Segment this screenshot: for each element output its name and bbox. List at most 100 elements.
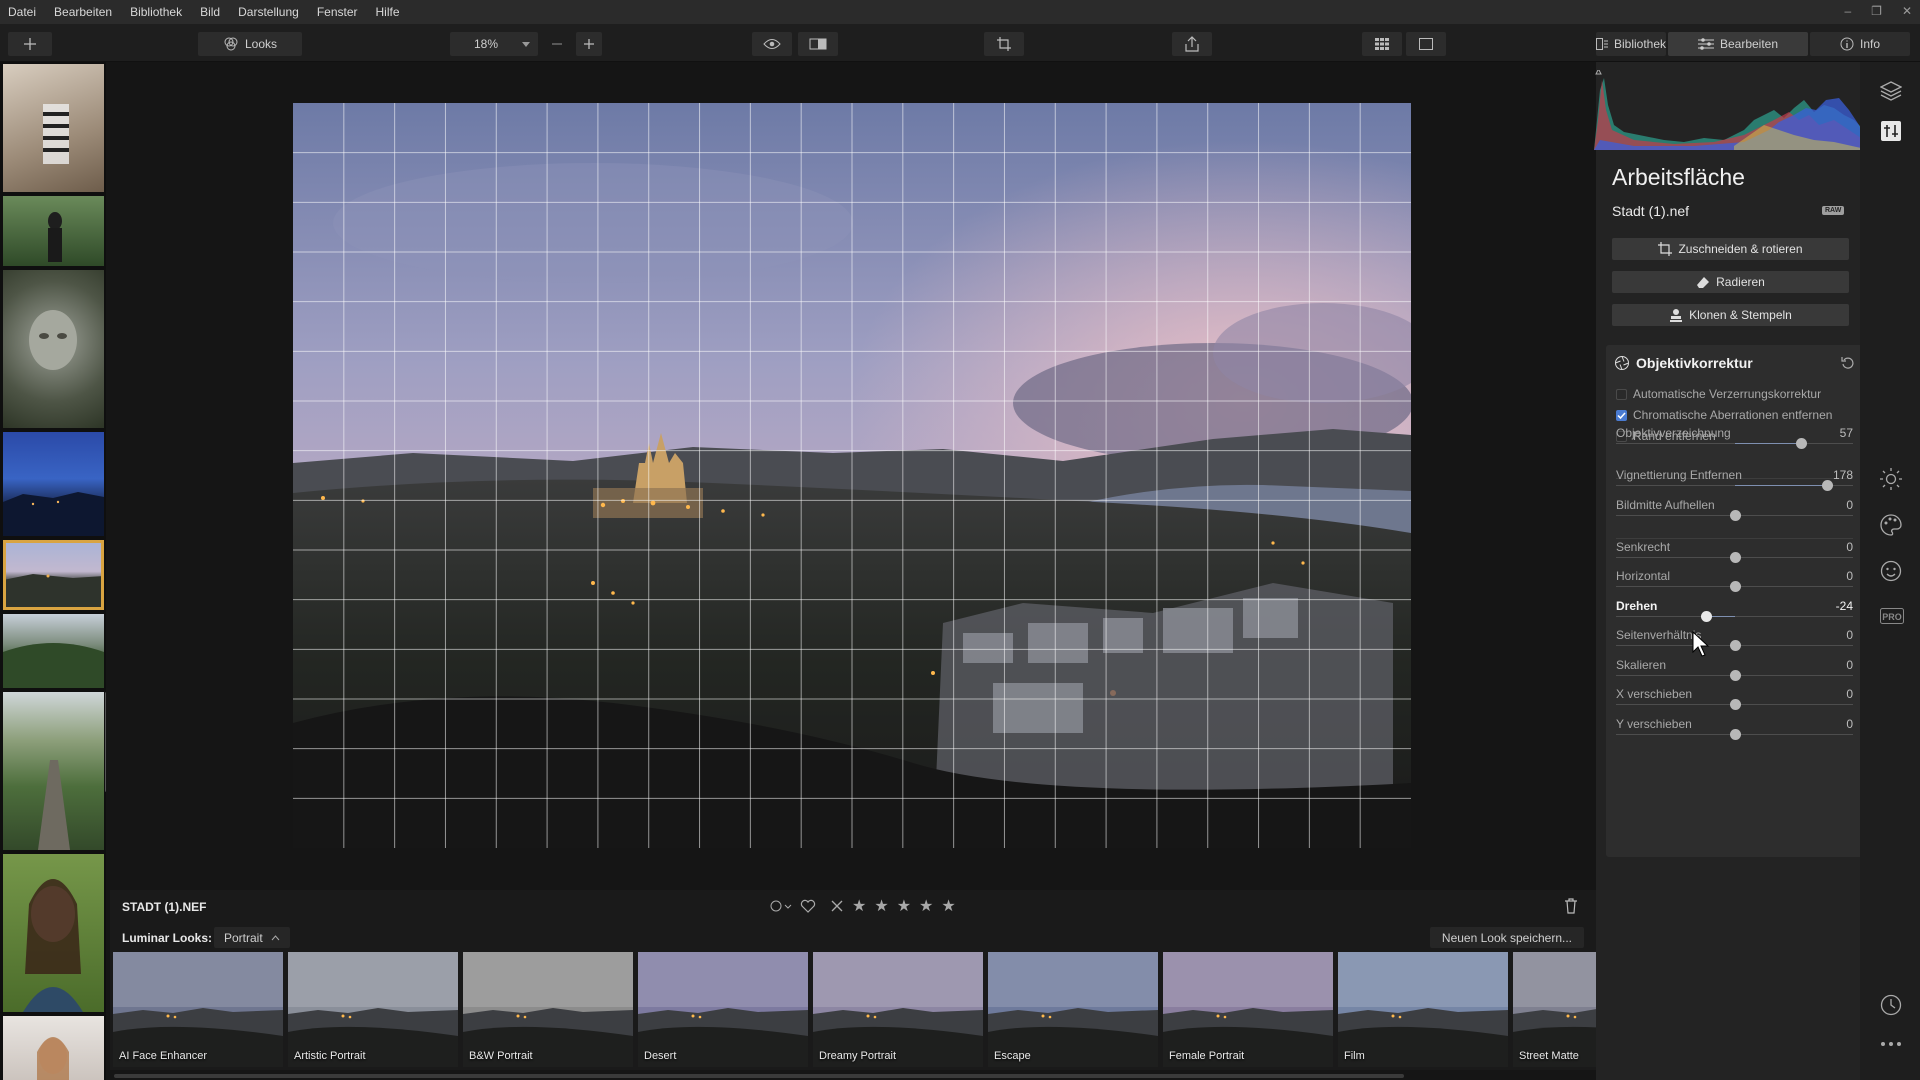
slider-vignettierung-entfernen[interactable]: Vignettierung Entfernen 178 [1616,468,1853,498]
crop-rotate-button[interactable]: Zuschneiden & rotieren [1612,238,1849,260]
slider-x-verschieben[interactable]: X verschieben 0 [1616,687,1853,717]
slider-drehen[interactable]: Drehen -24 [1616,599,1853,629]
slider-handle[interactable] [1730,699,1741,710]
slider-handle[interactable] [1796,438,1807,449]
filmstrip-thumb[interactable] [3,614,104,688]
look-card[interactable]: Film [1338,952,1508,1067]
slider-horizontal[interactable]: Horizontal 0 [1616,569,1853,599]
palette-icon[interactable] [1880,514,1902,536]
slider-seitenverhältnis[interactable]: Seitenverhältnis 0 [1616,628,1853,658]
save-new-look-button[interactable]: Neuen Look speichern... [1429,927,1584,948]
crop-button[interactable] [984,32,1024,56]
look-card[interactable]: Escape [988,952,1158,1067]
filmstrip-thumb[interactable] [3,432,104,536]
slider-handle[interactable] [1730,640,1741,651]
zoom-in-button[interactable] [576,32,602,56]
layers-icon[interactable] [1880,80,1902,102]
slider-bildmitte-aufhellen[interactable]: Bildmitte Aufhellen 0 [1616,498,1853,528]
slider-objektivverzeichnung[interactable]: Objektivverzeichnung 57 [1616,426,1853,456]
slider-label: Horizontal [1616,569,1671,583]
slider-handle[interactable] [1730,581,1741,592]
slider-handle[interactable] [1730,510,1741,521]
checkbox[interactable] [1616,388,1627,400]
more-options-icon[interactable] [1880,1040,1902,1048]
star-3-icon[interactable]: ★ [897,896,911,916]
filmstrip-thumb[interactable] [3,854,104,1012]
slider-handle[interactable] [1730,670,1741,681]
pro-icon[interactable]: PRO [1880,608,1904,624]
color-label-icon[interactable] [770,900,792,912]
looks-scrollbar[interactable] [114,1074,1404,1078]
look-card[interactable]: AI Face Enhancer [113,952,283,1067]
tab-bibliothek-label: Bibliothek [1613,37,1666,51]
filmstrip-thumb[interactable] [3,692,104,850]
look-card[interactable]: Desert [638,952,808,1067]
filmstrip-thumb[interactable] [3,270,104,428]
menu-fenster[interactable]: Fenster [308,5,367,19]
zoom-select[interactable]: 18% [450,32,538,56]
close-icon[interactable]: ✕ [1902,4,1912,18]
look-name: Female Portrait [1169,1050,1245,1062]
looks-title: Luminar Looks: [122,931,213,945]
clone-stamp-button[interactable]: Klonen & Stempeln [1612,304,1849,326]
preview-button[interactable] [752,32,792,56]
menu-bibliothek[interactable]: Bibliothek [121,5,191,19]
menu-bild[interactable]: Bild [191,5,229,19]
slider-handle[interactable] [1730,729,1741,740]
tab-bibliothek[interactable]: Bibliothek [1596,32,1666,56]
reject-icon[interactable] [830,899,844,913]
slider-senkrecht[interactable]: Senkrecht 0 [1616,540,1853,570]
menu-hilfe[interactable]: Hilfe [367,5,409,19]
slider-handle[interactable] [1730,552,1741,563]
sun-icon[interactable] [1880,468,1902,490]
look-card[interactable]: B&W Portrait [463,952,633,1067]
canvas-tools-icon[interactable] [1880,120,1902,142]
look-card[interactable]: Street Matte [1513,952,1596,1067]
filmstrip-thumb[interactable] [3,64,104,192]
slider-skalieren[interactable]: Skalieren 0 [1616,658,1853,688]
slider-handle[interactable] [1822,480,1833,491]
star-4-icon[interactable]: ★ [919,896,933,916]
star-5-icon[interactable]: ★ [941,896,955,916]
slider-handle[interactable] [1701,611,1712,622]
lens-correction-header[interactable]: Objektivkorrektur [1614,355,1753,371]
portrait-face-icon[interactable] [1880,560,1902,582]
checkbox-checked[interactable] [1616,409,1627,421]
menu-darstellung[interactable]: Darstellung [229,5,308,19]
looks-category-select[interactable]: Portrait [214,927,290,948]
lens-checkbox-row[interactable]: Chromatische Aberrationen entfernen [1616,408,1832,422]
filmstrip-thumb[interactable] [3,196,104,266]
menu-datei[interactable]: Datei [0,5,45,19]
looks-button[interactable]: Looks [198,32,302,56]
restore-icon[interactable]: ❐ [1871,4,1882,18]
tab-bearbeiten[interactable]: Bearbeiten [1668,32,1808,56]
tab-info[interactable]: Info [1810,32,1910,56]
star-1-icon[interactable]: ★ [852,896,866,916]
add-image-button[interactable] [8,32,52,56]
slider-y-verschieben[interactable]: Y verschieben 0 [1616,717,1853,747]
minimize-icon[interactable]: – [1844,4,1851,18]
reset-icon[interactable] [1841,355,1855,369]
filmstrip-scrollbar[interactable] [105,692,106,792]
grid-view-button[interactable] [1362,32,1402,56]
slider-fill [1735,485,1827,486]
zoom-out-button[interactable] [544,32,570,56]
thumbnail-image [3,492,104,536]
clone-stamp-label: Klonen & Stempeln [1689,308,1792,322]
filmstrip-thumb[interactable] [3,1016,104,1080]
look-card[interactable]: Female Portrait [1163,952,1333,1067]
star-2-icon[interactable]: ★ [874,896,888,916]
filmstrip-thumb-selected[interactable] [3,540,104,610]
share-button[interactable] [1172,32,1212,56]
lens-checkbox-row[interactable]: Automatische Verzerrungskorrektur [1616,387,1821,401]
look-card[interactable]: Dreamy Portrait [813,952,983,1067]
photo-preview[interactable] [293,103,1411,848]
compare-button[interactable] [798,32,838,56]
erase-button[interactable]: Radieren [1612,271,1849,293]
look-card[interactable]: Artistic Portrait [288,952,458,1067]
history-icon[interactable] [1880,994,1902,1016]
menu-bearbeiten[interactable]: Bearbeiten [45,5,121,19]
heart-icon[interactable] [800,899,816,913]
trash-icon[interactable] [1564,898,1578,914]
single-view-button[interactable] [1406,32,1446,56]
